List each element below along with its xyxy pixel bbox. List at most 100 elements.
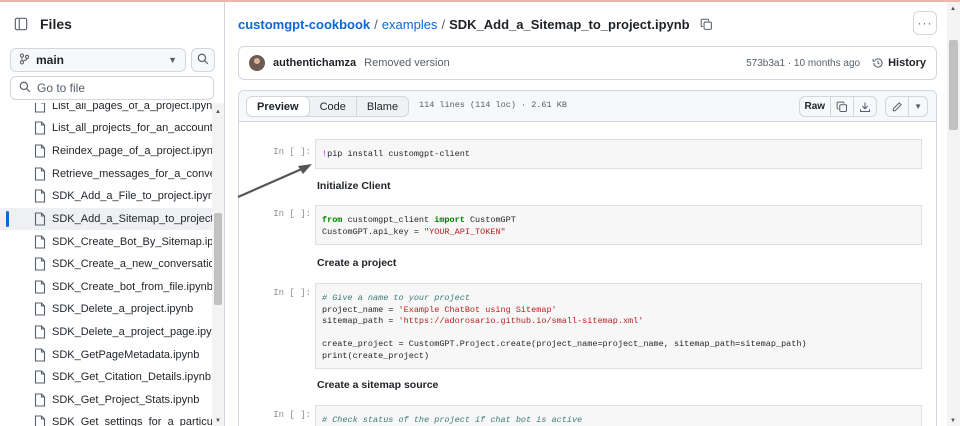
sidebar-scrollbar[interactable]: ▲ ▼: [212, 103, 224, 426]
breadcrumb: customgpt-cookbook / examples / SDK_Add_…: [238, 15, 713, 33]
scroll-up-icon[interactable]: ▲: [950, 6, 956, 12]
code-cell: from customgpt_client import CustomGPT C…: [315, 205, 922, 245]
file-icon: [34, 121, 46, 135]
code-cell: # Give a name to your project project_na…: [315, 283, 922, 369]
chevron-down-icon[interactable]: ▼: [908, 97, 927, 116]
scroll-up-icon[interactable]: ▲: [215, 109, 221, 115]
file-icon: [34, 393, 46, 407]
file-tree-label: SDK_Delete_a_project.ipynb: [52, 303, 194, 315]
go-to-file-field[interactable]: [10, 76, 214, 100]
commit-meta[interactable]: 573b3a1 · 10 months ago: [746, 58, 860, 69]
scroll-down-icon[interactable]: ▼: [215, 418, 221, 424]
markdown-heading: Create a project: [317, 257, 397, 269]
file-tree-label: SDK_Get_Citation_Details.ipynb: [52, 371, 211, 383]
file-icon: [34, 167, 46, 181]
search-icon: [197, 53, 209, 68]
raw-copy-download-group: Raw: [798, 96, 878, 117]
tab-preview[interactable]: Preview: [247, 97, 310, 116]
code-token: sitemap_path =: [322, 316, 399, 326]
code-cell: # Check status of the project if chat bo…: [315, 405, 922, 426]
commit-message[interactable]: Removed version: [364, 57, 450, 69]
file-icon: [34, 280, 46, 294]
file-tree-label: SDK_Get_Project_Stats.ipynb: [52, 394, 200, 406]
raw-button[interactable]: Raw: [800, 97, 831, 116]
sidebar-header: Files: [10, 13, 72, 35]
notebook-render: In [ ]: !pip install customgpt-client In…: [239, 122, 936, 426]
file-tree-label: List_all_pages_of_a_project.ipynb: [52, 103, 212, 112]
code-cell: !pip install customgpt-client: [315, 139, 922, 169]
cell-prompt: In [ ]:: [273, 209, 311, 219]
file-tree-label: SDK_Add_a_Sitemap_to_project...: [52, 213, 212, 225]
file-tree-item[interactable]: Retrieve_messages_for_a_conve...: [0, 163, 212, 185]
scrollbar-thumb[interactable]: [214, 213, 222, 305]
file-icon: [34, 370, 46, 384]
breadcrumb-repo-link[interactable]: customgpt-cookbook: [238, 17, 370, 32]
file-tree-item[interactable]: SDK_GetPageMetadata.ipynb: [0, 344, 212, 366]
breadcrumb-folder-link[interactable]: examples: [382, 17, 438, 32]
tab-blame[interactable]: Blame: [355, 97, 408, 116]
file-tree-item-active[interactable]: SDK_Add_a_Sitemap_to_project...: [0, 208, 212, 230]
file-icon: [34, 302, 46, 316]
edit-pencil-icon[interactable]: [886, 97, 908, 116]
sidebar-collapse-icon[interactable]: [10, 13, 32, 35]
sidebar-title: Files: [40, 16, 72, 32]
file-icon: [34, 212, 46, 226]
file-tree-item[interactable]: SDK_Create_a_new_conversatio...: [0, 253, 212, 275]
annotation-arrow: [237, 164, 312, 199]
file-tree-item[interactable]: SDK_Get_Citation_Details.ipynb: [0, 366, 212, 388]
scroll-down-icon[interactable]: ▼: [950, 418, 956, 424]
breadcrumb-file-name: SDK_Add_a_Sitemap_to_project.ipynb: [449, 16, 690, 32]
file-tree-label: SDK_Create_Bot_By_Sitemap.ipy...: [52, 236, 212, 248]
code-token: CustomGPT: [464, 215, 516, 225]
code-token: "YOUR_API_TOKEN": [424, 226, 506, 237]
file-tree-label: SDK_Add_a_File_to_project.ipynb: [52, 190, 212, 202]
code-token: # Check status of the project if chat bo…: [322, 415, 583, 425]
download-icon[interactable]: [853, 97, 876, 116]
file-tree-item[interactable]: SDK_Get_settings_for_a_particul...: [0, 411, 212, 426]
scrollbar-thumb[interactable]: [949, 40, 958, 130]
file-tree-item[interactable]: SDK_Create_bot_from_file.ipynb: [0, 276, 212, 298]
file-tree-item[interactable]: SDK_Delete_a_project.ipynb: [0, 298, 212, 320]
file-icon: [34, 235, 46, 249]
commit-author[interactable]: authentichamza: [273, 57, 356, 69]
code-token: CustomGPT.api_key =: [322, 226, 425, 237]
code-token: # Give a name to your project: [322, 293, 470, 303]
file-tree-item[interactable]: SDK_Add_a_File_to_project.ipynb: [0, 185, 212, 207]
code-token: 'https://adorosario.github.io/small-site…: [398, 316, 644, 326]
file-icon: [34, 325, 46, 339]
history-label: History: [888, 57, 926, 69]
copy-raw-icon[interactable]: [830, 97, 853, 116]
view-mode-tabs: Preview Code Blame: [246, 96, 410, 117]
file-tree-item[interactable]: SDK_Get_Project_Stats.ipynb: [0, 389, 212, 411]
search-button[interactable]: [191, 48, 215, 72]
file-tree-sidebar: Files main ▼ List_all_pages_of_a_project…: [0, 2, 225, 426]
chevron-down-icon: ▼: [168, 55, 177, 65]
file-tree-label: Retrieve_messages_for_a_conve...: [52, 168, 212, 180]
file-tree-item[interactable]: Reindex_page_of_a_project.ipynb: [0, 140, 212, 162]
copy-path-icon[interactable]: [700, 18, 713, 31]
code-token: pip install customgpt-client: [327, 149, 470, 159]
cell-prompt: In [ ]:: [273, 288, 311, 298]
markdown-heading: Create a sitemap source: [317, 379, 439, 391]
tab-code[interactable]: Code: [309, 97, 356, 116]
file-tree-item[interactable]: List_all_projects_for_an_account...: [0, 117, 212, 139]
avatar[interactable]: [249, 55, 265, 71]
branch-selector[interactable]: main ▼: [10, 48, 186, 72]
go-to-file-input[interactable]: [37, 81, 205, 95]
branch-name: main: [36, 53, 65, 67]
page-scrollbar[interactable]: ▲ ▼: [947, 2, 960, 426]
file-line-info: 114 lines (114 loc) · 2.61 KB: [419, 100, 567, 110]
history-icon: [872, 58, 883, 68]
file-icon: [34, 257, 46, 271]
file-tree-label: SDK_Create_a_new_conversatio...: [52, 258, 212, 270]
file-tree-item[interactable]: SDK_Create_Bot_By_Sitemap.ipy...: [0, 231, 212, 253]
code-token: import: [434, 215, 465, 225]
latest-commit-bar: authentichamza Removed version 573b3a1 ·…: [238, 46, 937, 80]
more-options-button[interactable]: ···: [913, 11, 937, 35]
history-button[interactable]: History: [872, 57, 926, 69]
file-icon: [34, 103, 46, 113]
file-tree-item[interactable]: SDK_Delete_a_project_page.ipy...: [0, 321, 212, 343]
file-tree-label: SDK_GetPageMetadata.ipynb: [52, 349, 200, 361]
file-tree-item[interactable]: List_all_pages_of_a_project.ipynb: [0, 103, 212, 117]
git-branch-icon: [19, 53, 30, 68]
